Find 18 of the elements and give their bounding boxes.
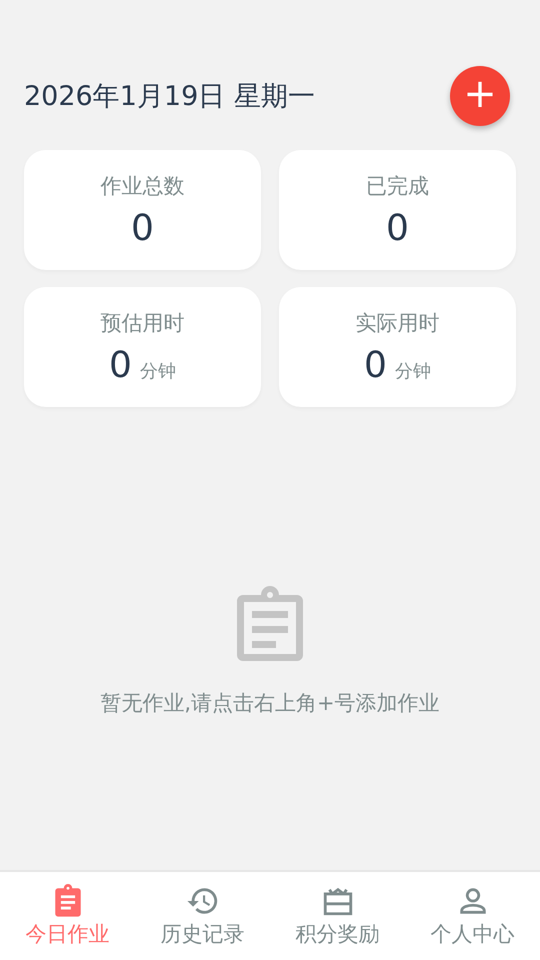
stat-value: 0 [386,208,409,248]
stat-label: 实际用时 [356,310,440,336]
stat-value: 0 [131,208,154,248]
stat-label: 作业总数 [100,172,184,200]
nav-tab[interactable]: 个人中心 [405,872,540,960]
stat-value: 0 [364,344,387,386]
nav-tab[interactable]: 今日作业 [0,872,135,960]
stat-label: 已完成 [366,172,429,200]
add-button[interactable]: + [450,66,510,126]
stat-value: 0 [109,344,132,386]
nav-tab[interactable]: 历史记录 [135,872,270,960]
stat-label: 预估用时 [100,310,184,336]
stat-unit: 分钟 [140,360,176,382]
empty-message: 暂无作业,请点击右上角+号添加作业 [100,690,440,717]
date-title: 2026年1月19日 星期一 [24,80,315,114]
stat-unit: 分钟 [394,360,431,382]
nav-tab[interactable]: 积分奖励 [270,872,405,960]
clipboard-icon [235,583,305,663]
